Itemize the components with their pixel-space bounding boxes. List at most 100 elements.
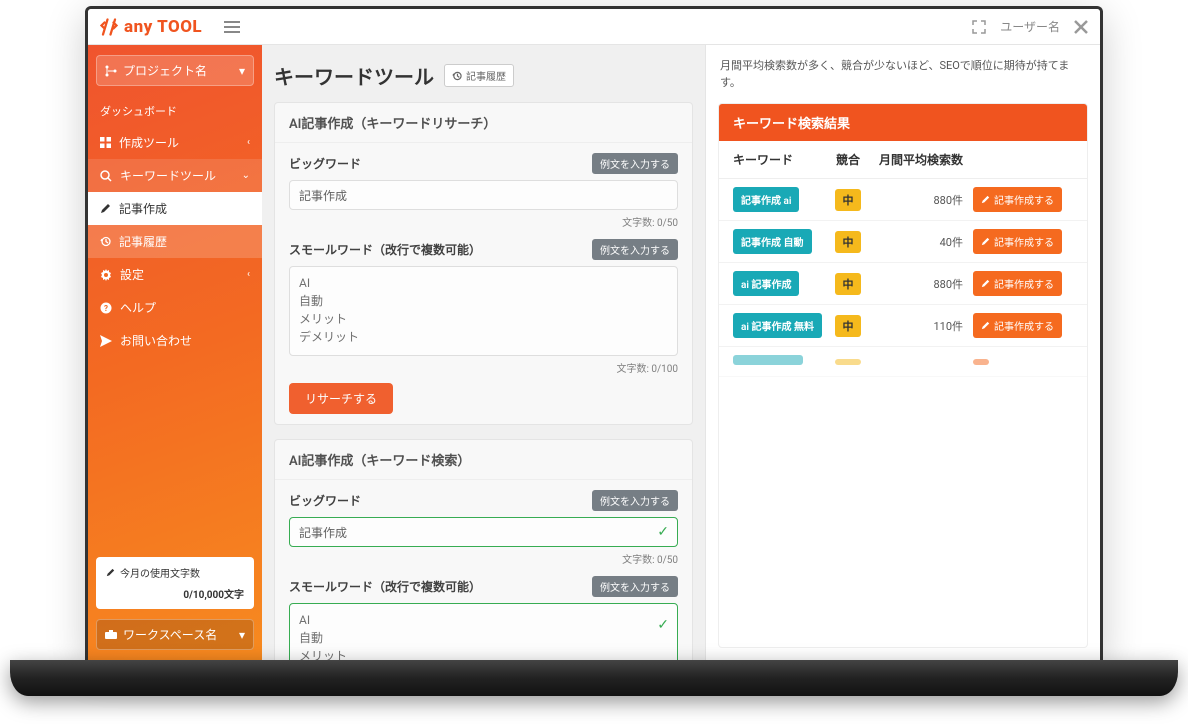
sidebar-item-label: キーワードツール [120, 167, 216, 184]
pencil-icon [100, 203, 111, 214]
usage-value: 0/10,000文字 [183, 590, 244, 601]
pencil-icon [106, 568, 115, 577]
usage-card: 今月の使用文字数 0/10,000文字 [96, 557, 254, 609]
card-title: AI記事作成（キーワードリサーチ） [275, 103, 692, 143]
chevron-left-icon: ‹ [247, 269, 250, 280]
project-select[interactable]: プロジェクト名 ▾ [96, 55, 254, 86]
svg-text:?: ? [104, 304, 108, 313]
competition-badge: 中 [835, 315, 861, 337]
smallword-textarea[interactable]: AI 自動 メリット デメリット [289, 603, 678, 660]
menu-toggle-icon[interactable] [224, 20, 240, 34]
volume-text: 880件 [873, 192, 973, 208]
sidebar-item-help[interactable]: ? ヘルプ [88, 291, 262, 324]
smallword-textarea[interactable]: AI 自動 メリット デメリット [289, 266, 678, 356]
sidebar-item-settings[interactable]: 設定 ‹ [88, 258, 262, 291]
volume-text: 880件 [873, 276, 973, 292]
help-icon: ? [100, 302, 112, 314]
make-article-button[interactable]: 記事作成する [973, 229, 1062, 254]
usage-label: 今月の使用文字数 [120, 565, 200, 580]
make-article-button[interactable] [973, 359, 989, 365]
chevron-down-icon: ▾ [239, 64, 245, 78]
page-title: キーワードツール [274, 61, 434, 90]
results-title: キーワード検索結果 [719, 104, 1087, 141]
result-row [719, 347, 1087, 377]
sidebar: プロジェクト名 ▾ ダッシュボード 作成ツール ‹ キーワードツール ⌄ [88, 45, 262, 660]
sidebar-item-label: 作成ツール [119, 134, 179, 151]
workspace-label: ワークスペース名 [123, 626, 217, 643]
bigword-label: ビッグワード [289, 492, 361, 509]
example-button[interactable]: 例文を入力する [592, 490, 678, 511]
competition-badge: 中 [835, 273, 861, 295]
workspace-select[interactable]: ワークスペース名 ▾ [96, 619, 254, 650]
grid-icon [100, 137, 111, 148]
keyword-badge[interactable]: 記事作成 自動 [733, 229, 812, 254]
card-keyword-search: AI記事作成（キーワード検索） ビッグワード 例文を入力する ✓ 文字数: 0/… [274, 439, 693, 660]
result-row: ai 記事作成 無料中 110件記事作成する [719, 305, 1087, 347]
search-icon [100, 170, 112, 182]
col-competition: 競合 [823, 151, 873, 168]
send-icon [100, 335, 112, 347]
bigword-label: ビッグワード [289, 155, 361, 172]
example-button[interactable]: 例文を入力する [592, 239, 678, 260]
keyword-badge[interactable]: 記事作成 ai [733, 187, 799, 212]
competition-badge [835, 359, 861, 365]
volume-text: 110件 [873, 318, 973, 334]
sidebar-item-label: 記事履歴 [119, 233, 167, 250]
result-row: 記事作成 自動 中 40件記事作成する [719, 221, 1087, 263]
expand-icon[interactable] [972, 20, 986, 34]
sidebar-item-dashboard[interactable]: ダッシュボード [88, 96, 262, 126]
char-count: 文字数: 0/50 [289, 551, 678, 566]
sidebar-item-create-tool[interactable]: 作成ツール ‹ [88, 126, 262, 159]
results-table-header: キーワード 競合 月間平均検索数 [719, 141, 1087, 179]
check-icon: ✓ [657, 617, 669, 633]
bigword-input[interactable] [289, 180, 678, 210]
example-button[interactable]: 例文を入力する [592, 576, 678, 597]
bigword-input[interactable] [289, 517, 678, 547]
make-article-button[interactable]: 記事作成する [973, 313, 1062, 338]
briefcase-icon [105, 629, 117, 640]
col-keyword: キーワード [733, 151, 823, 168]
history-button[interactable]: 記事履歴 [444, 64, 514, 87]
char-count: 文字数: 0/50 [289, 214, 678, 229]
history-icon [452, 71, 462, 81]
username-label[interactable]: ユーザー名 [1000, 18, 1060, 35]
keyword-badge[interactable]: ai 記事作成 無料 [733, 313, 822, 338]
col-volume: 月間平均検索数 [873, 151, 973, 168]
make-article-button[interactable]: 記事作成する [973, 271, 1062, 296]
competition-badge: 中 [835, 231, 861, 253]
logo: any TOOL [100, 17, 202, 37]
chevron-left-icon: ‹ [247, 137, 250, 148]
branch-icon [105, 65, 117, 77]
sidebar-item-article-history[interactable]: 記事履歴 [88, 225, 262, 258]
history-icon [100, 236, 111, 247]
info-text: 月間平均検索数が多く、競合が少ないほど、SEOで順位に期待が持てます。 [706, 45, 1100, 103]
sidebar-item-keyword-tool[interactable]: キーワードツール ⌄ [88, 159, 262, 192]
smallword-label: スモールワード（改行で複数可能） [289, 241, 481, 258]
example-button[interactable]: 例文を入力する [592, 153, 678, 174]
sidebar-item-contact[interactable]: お問い合わせ [88, 324, 262, 357]
chevron-down-icon: ⌄ [242, 170, 250, 181]
char-count: 文字数: 0/100 [289, 360, 678, 375]
sidebar-item-label: ヘルプ [120, 299, 156, 316]
volume-text: 40件 [873, 234, 973, 250]
result-row: 記事作成 ai 中 880件記事作成する [719, 179, 1087, 221]
keyword-badge[interactable] [733, 355, 803, 365]
sidebar-item-label: お問い合わせ [120, 332, 192, 349]
main-content: キーワードツール 記事履歴 AI記事作成（キーワードリサーチ） [262, 45, 705, 660]
competition-badge: 中 [835, 189, 861, 211]
results-panel: 月間平均検索数が多く、競合が少ないほど、SEOで順位に期待が持てます。 キーワー… [705, 45, 1100, 660]
result-row: ai 記事作成 中 880件記事作成する [719, 263, 1087, 305]
keyword-badge[interactable]: ai 記事作成 [733, 271, 799, 296]
sidebar-item-article-create[interactable]: 記事作成 [88, 192, 262, 225]
check-icon: ✓ [657, 524, 669, 540]
logo-text: any TOOL [124, 17, 202, 37]
close-icon[interactable] [1074, 20, 1088, 34]
smallword-label: スモールワード（改行で複数可能） [289, 578, 481, 595]
logo-icon [100, 18, 118, 36]
project-label: プロジェクト名 [123, 62, 207, 79]
make-article-button[interactable]: 記事作成する [973, 187, 1062, 212]
research-button[interactable]: リサーチする [289, 383, 393, 414]
gear-icon [100, 269, 112, 281]
card-title: AI記事作成（キーワード検索） [275, 440, 692, 480]
sidebar-item-label: 設定 [120, 266, 144, 283]
